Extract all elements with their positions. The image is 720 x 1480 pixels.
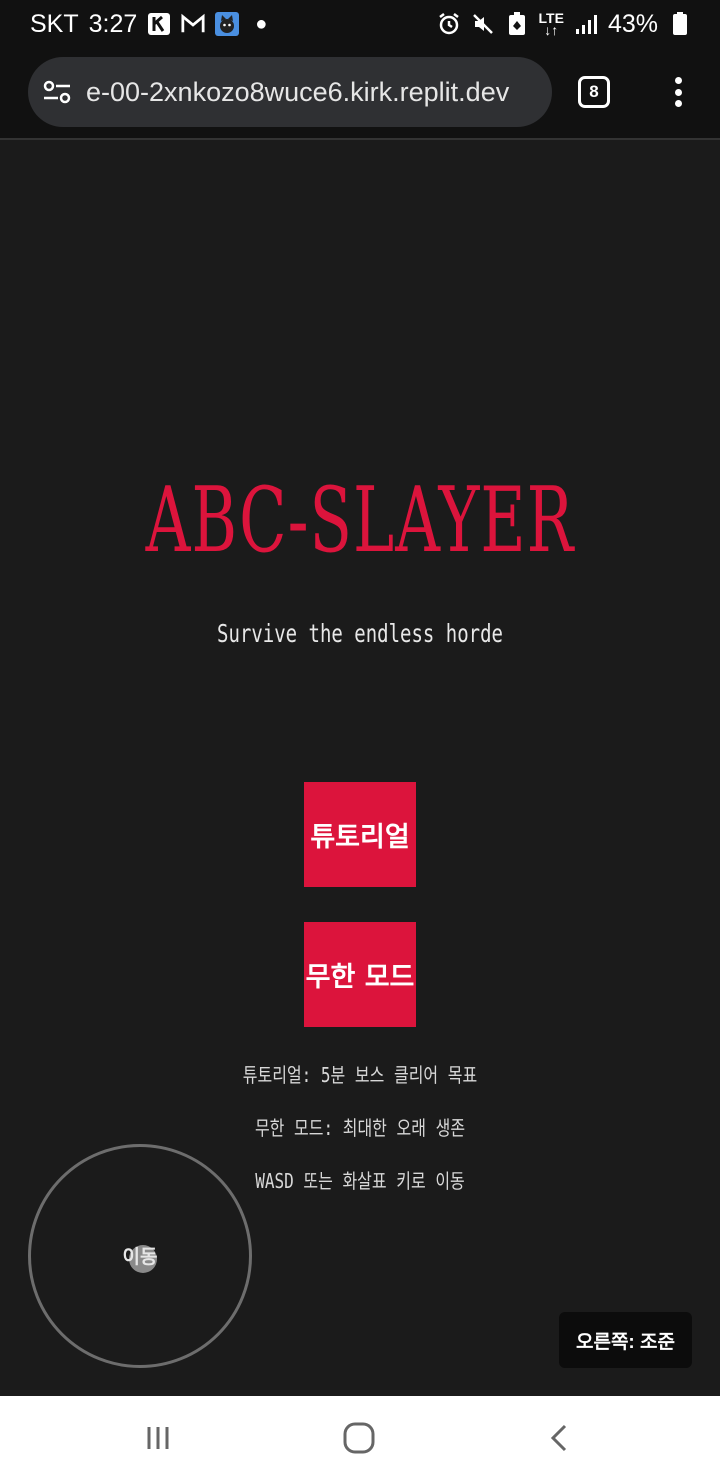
site-settings-icon[interactable] <box>42 77 72 107</box>
alarm-icon <box>437 12 461 36</box>
aim-hint-label: 오른쪽: 조준 <box>559 1312 692 1368</box>
endless-info-text: 무한 모드: 최대한 오래 생존 <box>254 1116 466 1140</box>
tutorial-info-text: 튜토리얼: 5분 보스 클리어 목표 <box>242 1063 478 1087</box>
carrier-label: SKT <box>30 9 79 38</box>
game-title: ABC-SLAYER <box>145 467 575 573</box>
kakao-notification-icon <box>147 12 171 36</box>
more-options-icon[interactable] <box>664 74 692 110</box>
battery-percentage: 43% <box>607 9 658 38</box>
gmail-notification-icon <box>181 12 205 36</box>
more-notifications-dot-icon: ● <box>255 12 268 35</box>
recent-apps-icon[interactable] <box>138 1418 178 1458</box>
network-type-label: LTE <box>538 10 564 26</box>
screen: SKT 3:27 ● LTE ↓↑ 43% e-00-2xnkozo8wuce6… <box>0 0 720 1480</box>
endless-mode-button[interactable]: 무한 모드 <box>304 922 416 1027</box>
joystick-label: 이동 <box>122 1247 158 1268</box>
cat-app-notification-icon <box>215 12 240 36</box>
tutorial-button[interactable]: 튜토리얼 <box>304 782 416 887</box>
signal-strength-icon <box>574 12 598 36</box>
battery-saver-icon <box>505 12 529 36</box>
game-canvas[interactable]: ABC-SLAYER Survive the endless horde 튜토리… <box>0 142 720 1396</box>
back-icon[interactable] <box>540 1418 580 1458</box>
address-bar[interactable]: e-00-2xnkozo8wuce6.kirk.replit.dev <box>28 57 552 127</box>
browser-toolbar: e-00-2xnkozo8wuce6.kirk.replit.dev 8 <box>0 48 720 140</box>
status-right: LTE ↓↑ 43% <box>437 10 692 39</box>
battery-icon <box>668 12 692 36</box>
game-subtitle: Survive the endless horde <box>217 620 503 649</box>
mute-icon <box>471 12 495 36</box>
status-left: SKT 3:27 ● <box>30 10 267 39</box>
clock: 3:27 <box>88 9 138 38</box>
status-bar: SKT 3:27 ● LTE ↓↑ 43% <box>0 0 720 48</box>
network-type-indicator: LTE ↓↑ <box>538 10 564 38</box>
tab-switcher-button[interactable]: 8 <box>578 76 610 108</box>
system-navigation-bar <box>0 1396 720 1480</box>
url-text[interactable]: e-00-2xnkozo8wuce6.kirk.replit.dev <box>86 77 552 108</box>
movement-joystick[interactable]: 이동 <box>28 1144 252 1368</box>
home-icon[interactable] <box>339 1418 379 1458</box>
